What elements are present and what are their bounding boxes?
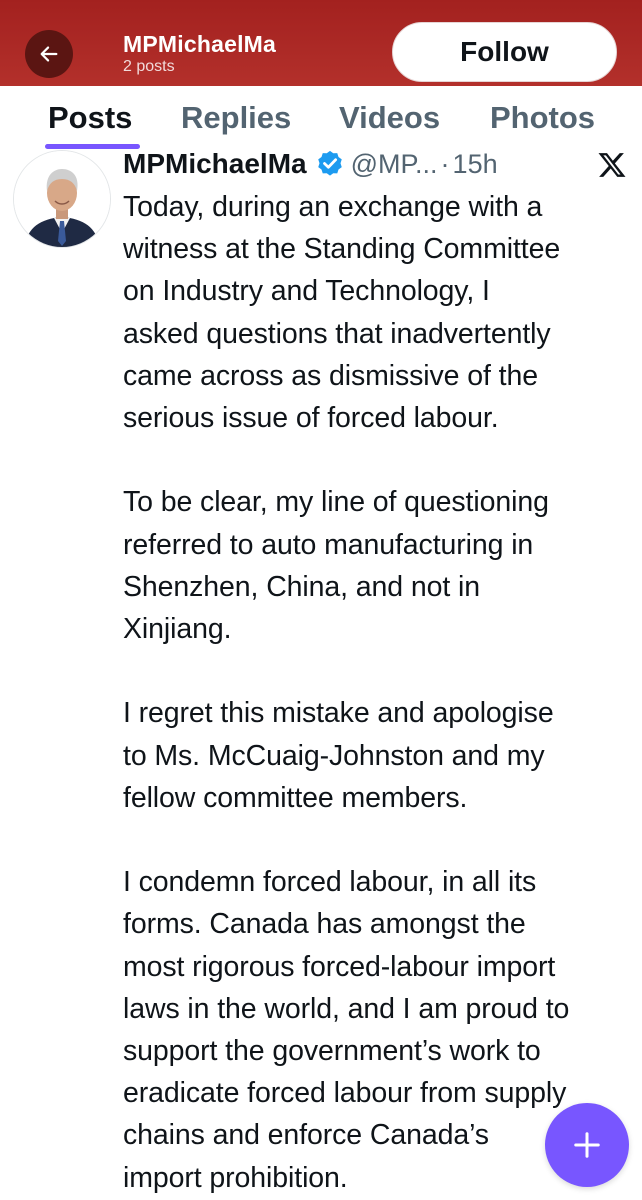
tab-photos[interactable]: Photos <box>490 100 595 136</box>
avatar-photo <box>14 151 110 247</box>
compose-button[interactable] <box>545 1103 629 1187</box>
header-titles: MPMichaelMa 2 posts <box>123 30 276 77</box>
tweet-handle[interactable]: @MP... <box>351 149 438 180</box>
tweet-separator: · <box>440 148 450 179</box>
avatar[interactable] <box>13 150 111 248</box>
tweet-header: MPMichaelMa @MP... · 15h <box>123 145 498 183</box>
text-line: came across as dismissive of the <box>123 359 538 392</box>
text-line: fellow committee members. <box>123 781 468 814</box>
text-line: support the government’s work to <box>123 1035 541 1068</box>
text-line: on Industry and Technology, I <box>123 275 490 308</box>
text-line: to Ms. McCuaig-Johnston and my <box>123 739 545 772</box>
profile-tabs: Posts Replies Videos Photos <box>0 86 642 149</box>
tweet-author-name[interactable]: MPMichaelMa <box>123 148 307 180</box>
tweet-paragraph: To be clear, my line of questioning refe… <box>123 481 633 650</box>
follow-button[interactable]: Follow <box>392 22 617 82</box>
tweet-paragraph: Today, during an exchange with a witness… <box>123 186 633 439</box>
back-button[interactable] <box>25 30 73 78</box>
text-line: I regret this mistake and apologise <box>123 697 554 730</box>
profile-header: MPMichaelMa 2 posts Follow <box>0 0 642 86</box>
text-line: referred to auto manufacturing in <box>123 528 534 561</box>
text-line: Today, during an exchange with a <box>123 191 543 223</box>
text-line: eradicate forced labour from supply <box>123 1077 567 1110</box>
tab-posts[interactable]: Posts <box>48 100 132 136</box>
text-line: asked questions that inadvertently <box>123 317 551 350</box>
header-title: MPMichaelMa <box>123 31 277 57</box>
profile-page: MPMichaelMa 2 posts Follow Posts Replies… <box>0 0 642 1200</box>
tab-replies[interactable]: Replies <box>181 100 291 136</box>
text-line: serious issue of forced labour. <box>123 402 499 435</box>
plus-icon <box>574 1132 600 1158</box>
x-logo-icon <box>598 153 626 177</box>
back-arrow-icon <box>40 46 58 62</box>
text-line: Xinjiang. <box>123 613 232 646</box>
text-line: To be clear, my line of questioning <box>123 486 549 519</box>
text-line: laws in the world, and I am proud to <box>123 992 570 1025</box>
text-line: witness at the Standing Committee <box>123 233 561 266</box>
text-line: most rigorous forced-labour import <box>123 950 556 983</box>
tweet-paragraph: I regret this mistake and apologise to M… <box>123 692 633 819</box>
text-line: I condemn forced labour, in all its <box>123 866 537 899</box>
text-line: forms. Canada has amongst the <box>123 908 526 941</box>
tab-videos[interactable]: Videos <box>339 100 440 136</box>
text-line: Shenzhen, China, and not in <box>123 570 480 603</box>
tweet-text: Today, during an exchange with a witness… <box>123 186 633 1200</box>
header-post-count: 2 posts <box>123 58 175 75</box>
tweet-timestamp[interactable]: 15h <box>453 149 498 180</box>
verified-badge-icon <box>315 149 345 179</box>
